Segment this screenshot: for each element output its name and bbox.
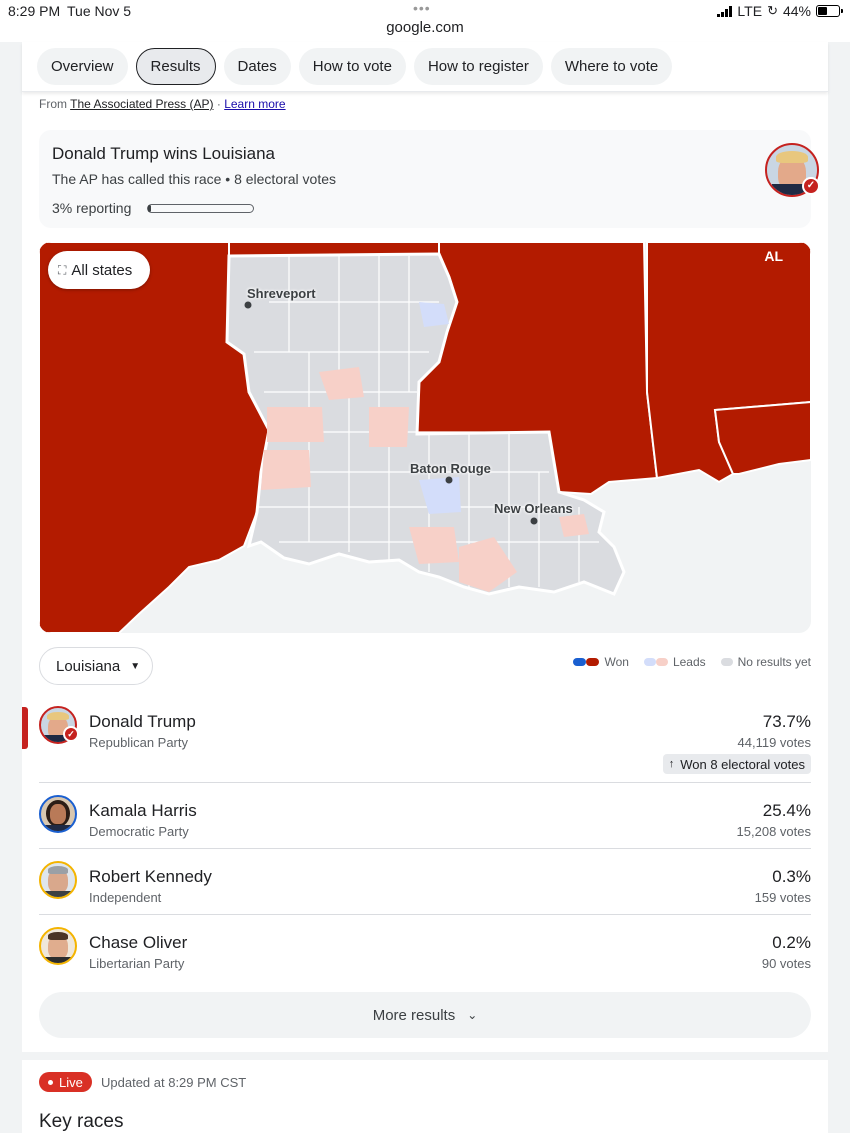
tab-overview[interactable]: Overview bbox=[37, 48, 128, 85]
address-bar-url[interactable]: google.com bbox=[0, 19, 850, 36]
legend-leads-red-swatch bbox=[655, 658, 668, 666]
arrow-up-icon: ↑ bbox=[668, 758, 675, 770]
results-map[interactable]: ⛶ All states AL Shreveport Baton Rouge N… bbox=[39, 242, 811, 633]
network-label: LTE bbox=[737, 3, 763, 19]
winner-summary: Donald Trump wins Louisiana The AP has c… bbox=[39, 130, 820, 228]
more-results-button[interactable]: More results ⌄ bbox=[39, 992, 811, 1038]
status-time: 8:29 PM bbox=[8, 3, 61, 19]
more-dots-icon[interactable]: ••• bbox=[413, 0, 431, 16]
winner-check-icon: ✓ bbox=[63, 726, 79, 742]
winner-subtitle: The AP has called this race • 8 electora… bbox=[52, 171, 337, 187]
map-parish-lead-red bbox=[267, 407, 324, 442]
results-card: Overview Results Dates How to vote How t… bbox=[22, 42, 828, 1052]
city-dot-new-orleans bbox=[530, 517, 538, 525]
city-label-baton-rouge: Baton Rouge bbox=[410, 461, 491, 476]
winner-title: Donald Trump wins Louisiana bbox=[52, 144, 276, 163]
row-divider bbox=[39, 782, 811, 783]
legend-no-results-swatch bbox=[720, 658, 733, 666]
map-label-al: AL bbox=[764, 248, 783, 264]
city-label-shreveport: Shreveport bbox=[247, 286, 316, 301]
city-dot-shreveport bbox=[244, 301, 252, 309]
candidate-avatar bbox=[39, 795, 77, 833]
map-parish-lead-red bbox=[559, 514, 589, 537]
legend-won-red-swatch bbox=[586, 658, 600, 666]
battery-label: 44% bbox=[782, 3, 811, 19]
rotation-lock-icon: ↻ bbox=[767, 3, 778, 18]
tab-where-to-vote[interactable]: Where to vote bbox=[550, 48, 673, 85]
louisiana-map-svg bbox=[39, 242, 811, 633]
chevron-down-icon: ⌄ bbox=[467, 1008, 478, 1022]
map-legend: Won Leads No results yet bbox=[573, 655, 811, 669]
candidate-row[interactable]: Chase Oliver Libertarian Party 0.2% 90 v… bbox=[39, 925, 811, 991]
candidate-row[interactable]: Robert Kennedy Independent 0.3% 159 vote… bbox=[39, 859, 811, 925]
map-parish-lead-red bbox=[261, 450, 311, 490]
winner-check-icon: ✓ bbox=[802, 177, 820, 195]
battery-icon bbox=[816, 5, 843, 17]
all-states-button[interactable]: ⛶ All states bbox=[48, 251, 150, 289]
learn-more-link[interactable]: Learn more bbox=[224, 97, 285, 111]
key-races-card: Live Updated at 8:29 PM CST Key races bbox=[22, 1060, 828, 1133]
electoral-votes-badge: ↑ Won 8 electoral votes bbox=[662, 754, 811, 774]
candidate-row[interactable]: ✓ Donald Trump Republican Party 73.7% 44… bbox=[39, 704, 811, 774]
source-link[interactable]: The Associated Press (AP) bbox=[70, 97, 213, 111]
winner-indicator bbox=[22, 707, 28, 749]
tab-how-to-register[interactable]: How to register bbox=[413, 48, 543, 85]
candidate-avatar bbox=[39, 927, 77, 965]
signal-icon bbox=[717, 5, 733, 17]
city-label-new-orleans: New Orleans bbox=[494, 501, 573, 516]
candidate-avatar bbox=[39, 861, 77, 899]
reporting-progress-bar bbox=[147, 204, 254, 213]
live-badge: Live bbox=[39, 1072, 92, 1092]
status-bar: 8:29 PM Tue Nov 5 ••• google.com LTE ↻ 4… bbox=[0, 0, 850, 42]
candidate-row[interactable]: Kamala Harris Democratic Party 25.4% 15,… bbox=[39, 793, 811, 859]
updated-timestamp: Updated at 8:29 PM CST bbox=[101, 1075, 247, 1090]
tab-dates[interactable]: Dates bbox=[223, 48, 291, 85]
dropdown-caret-icon: ▼ bbox=[130, 660, 141, 672]
live-dot-icon bbox=[48, 1079, 53, 1085]
tab-how-to-vote[interactable]: How to vote bbox=[298, 48, 406, 85]
row-divider bbox=[39, 914, 811, 915]
status-date: Tue Nov 5 bbox=[67, 3, 132, 19]
state-dropdown[interactable]: Louisiana ▼ bbox=[39, 647, 153, 685]
tab-results[interactable]: Results bbox=[135, 48, 216, 85]
row-divider bbox=[39, 848, 811, 849]
map-parish-lead-red bbox=[369, 407, 409, 447]
legend-won-blue-swatch bbox=[573, 658, 587, 666]
reporting-label: 3% reporting bbox=[52, 200, 132, 216]
expand-icon: ⛶ bbox=[58, 262, 67, 277]
tab-bar: Overview Results Dates How to vote How t… bbox=[22, 42, 828, 92]
city-dot-baton-rouge bbox=[445, 476, 453, 484]
key-races-heading: Key races bbox=[39, 1111, 124, 1132]
legend-leads-blue-swatch bbox=[643, 658, 656, 666]
source-line: From The Associated Press (AP) · Learn m… bbox=[39, 97, 286, 111]
